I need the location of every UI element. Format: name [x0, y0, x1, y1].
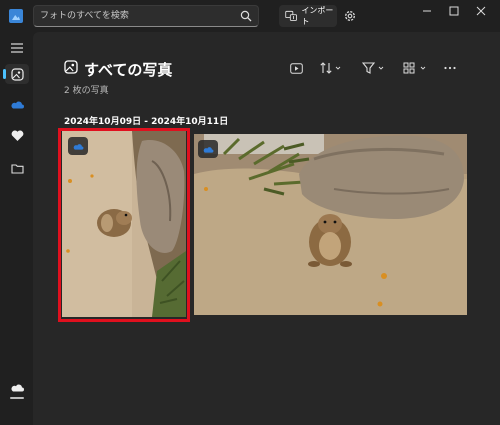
import-label: インポート: [301, 6, 334, 26]
gallery-title-icon: [64, 60, 78, 74]
page-title: すべての写真: [84, 61, 173, 79]
sidebar-item-folders[interactable]: [5, 158, 29, 178]
more-icon: [444, 66, 456, 70]
view-options-button[interactable]: [403, 60, 429, 76]
squirrel-photo-landscape: [194, 134, 467, 315]
view-icon: [403, 62, 426, 74]
cloud-icon: [11, 384, 24, 391]
photo-thumbnail-2[interactable]: [194, 134, 467, 315]
close-icon[interactable]: [472, 4, 490, 18]
filter-button[interactable]: [362, 60, 386, 76]
sidebar: [0, 32, 33, 425]
onedrive-badge-1: [68, 137, 88, 155]
storage-indicator: [10, 397, 24, 399]
settings-icon[interactable]: [343, 9, 357, 23]
search-box[interactable]: [33, 5, 259, 27]
onedrive-badge-icon: [203, 146, 214, 153]
minimize-icon[interactable]: [418, 4, 436, 18]
import-button[interactable]: インポート: [279, 5, 337, 27]
sidebar-item-gallery[interactable]: [3, 64, 29, 84]
folders-icon: [10, 163, 24, 174]
search-icon[interactable]: [240, 10, 252, 22]
onedrive-icon: [11, 101, 24, 108]
slideshow-icon: [290, 62, 303, 74]
sort-button[interactable]: [320, 60, 342, 76]
sidebar-menu-button[interactable]: [5, 38, 29, 58]
sidebar-item-cloud[interactable]: [5, 377, 29, 397]
photo-count: 2 枚の写真: [64, 86, 109, 96]
search-input[interactable]: [40, 8, 230, 24]
maximize-icon[interactable]: [445, 4, 463, 18]
gallery-icon: [10, 67, 24, 81]
sidebar-item-onedrive[interactable]: [5, 94, 29, 114]
title-bar: インポート: [0, 0, 500, 32]
photo-thumbnail-1[interactable]: [62, 131, 186, 317]
more-options-button[interactable]: [444, 60, 456, 76]
sort-icon: [320, 62, 341, 74]
import-icon: [285, 10, 297, 21]
filter-icon: [362, 62, 384, 74]
onedrive-badge-icon: [73, 143, 84, 150]
favorites-icon: [11, 130, 23, 141]
sidebar-item-favorites[interactable]: [5, 126, 29, 146]
photos-app-icon: [9, 9, 23, 23]
onedrive-badge-2: [198, 140, 218, 158]
menu-icon: [11, 43, 23, 53]
date-range-heading: 2024年10月09日 - 2024年10月11日: [64, 117, 229, 127]
squirrel-photo-rotated: [62, 131, 186, 317]
slideshow-button[interactable]: [290, 60, 303, 76]
